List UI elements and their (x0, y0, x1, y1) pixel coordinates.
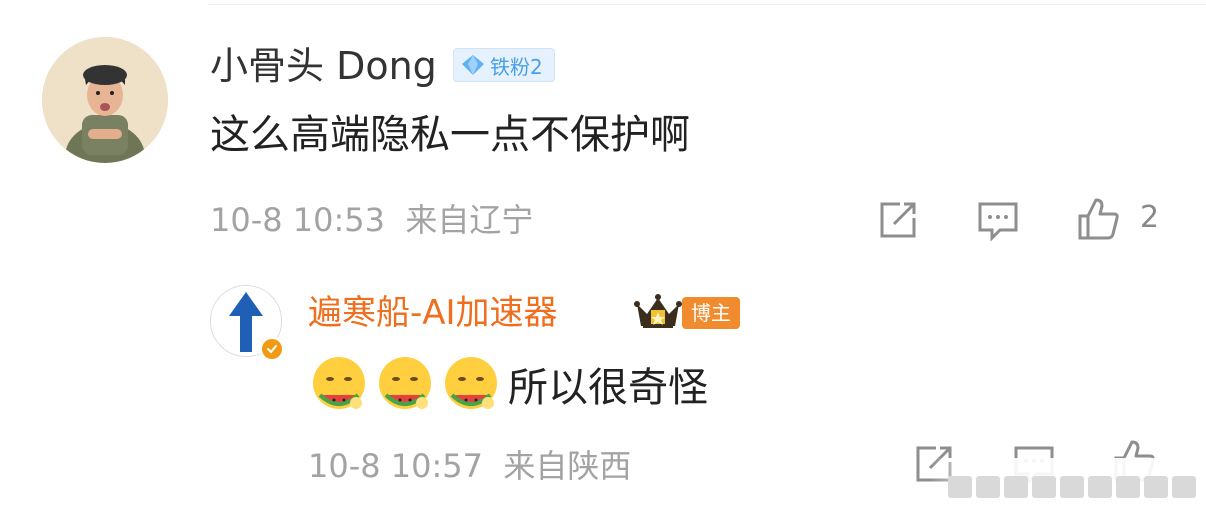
watermark-glyph (1004, 476, 1028, 498)
watermark-glyph (1060, 476, 1084, 498)
reply-text: 所以很奇怪 (508, 365, 708, 411)
watermark-glyph (976, 476, 1000, 498)
watermelon-eating-emoji (313, 357, 365, 409)
comment-meta: 10-8 10:53 来自辽宁 (210, 196, 533, 244)
comment-location: 来自辽宁 (405, 201, 534, 239)
watermark-glyph (1032, 476, 1056, 498)
top-divider (208, 4, 1206, 5)
comment-icon (978, 202, 1018, 242)
share-button[interactable] (876, 198, 920, 246)
watermelon-eating-emoji (445, 357, 497, 409)
reply-timestamp: 10-8 10:57 (308, 447, 484, 485)
crown-icon (634, 294, 682, 328)
comment-username[interactable]: 小骨头 Dong (210, 40, 437, 92)
reply-meta: 10-8 10:57 来自陕西 (308, 442, 631, 490)
watermark-glyph (948, 476, 972, 498)
reply-text-row: 所以很奇怪 (310, 353, 708, 415)
comment-timestamp: 10-8 10:53 (210, 201, 386, 239)
avatar-child-photo (42, 37, 168, 163)
fan-badge-label: 铁粉2 (490, 54, 543, 79)
watermelon-eating-emoji (379, 357, 431, 409)
verified-check-icon (267, 345, 277, 354)
reply-username[interactable]: 遍寒船-AI加速器 (308, 288, 558, 338)
diamond-icon (462, 55, 484, 75)
watermark-glyph (1088, 476, 1112, 498)
watermark-glyph (1172, 476, 1196, 498)
host-badge: 博主 (682, 297, 740, 329)
fan-level-badge[interactable]: 铁粉2 (453, 48, 555, 82)
watermark-glyph (1144, 476, 1168, 498)
watermark (948, 472, 1196, 502)
thumbs-up-icon (1078, 198, 1119, 240)
verified-badge (259, 336, 285, 362)
reply-location: 来自陕西 (503, 447, 632, 485)
crown-badge (633, 292, 683, 332)
watermark-glyph (1116, 476, 1140, 498)
like-button[interactable]: 2 (1076, 196, 1159, 240)
like-count: 2 (1140, 200, 1160, 235)
avatar[interactable] (42, 37, 168, 163)
comment-button[interactable] (976, 198, 1020, 246)
comment-text: 这么高端隐私一点不保护啊 (210, 112, 690, 158)
share-icon (880, 202, 916, 238)
